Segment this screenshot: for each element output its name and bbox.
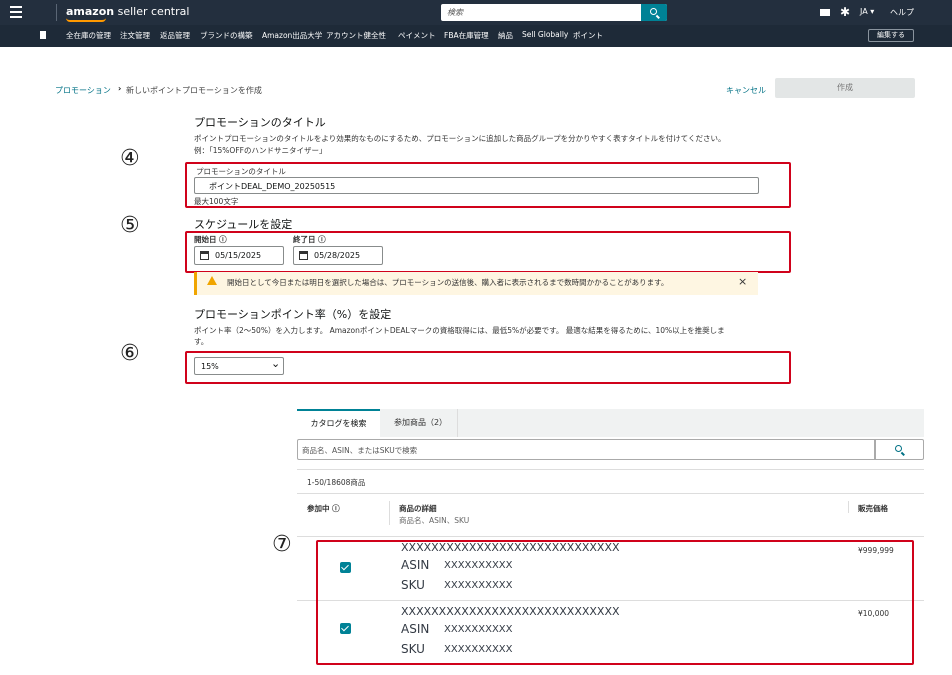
col-price: 販売価格 — [858, 504, 888, 513]
schedule-heading: スケジュールを設定 — [194, 218, 293, 231]
nav-item[interactable]: ペイメント — [398, 30, 436, 41]
header-divider — [56, 4, 57, 21]
warning-text: 開始日として今日または明日を選択した場合は、プロモーションの送信後、購入者に表示… — [227, 278, 669, 287]
col-participating: 参加中 ⓘ — [307, 504, 340, 513]
product-search-placeholder: 商品名、ASIN、またはSKUで検索 — [302, 446, 418, 455]
header-search-input[interactable]: 検索 — [441, 4, 667, 21]
col-divider — [848, 501, 849, 513]
col-divider — [389, 501, 390, 525]
search-placeholder: 検索 — [447, 8, 463, 17]
title-section-desc: ポイントプロモーションのタイトルをより効果的なものにするため、プロモーションに追… — [194, 134, 726, 143]
top-header: amazon seller central 検索 ✱ JA ▾ ヘルプ — [0, 0, 952, 25]
nav-item[interactable]: Sell Globally — [522, 30, 568, 39]
title-section-heading: プロモーションのタイトル — [194, 116, 326, 129]
search-icon — [650, 8, 657, 15]
nav-item[interactable]: 納品 — [498, 30, 513, 41]
header-search-button[interactable] — [641, 4, 667, 21]
close-icon[interactable]: × — [738, 275, 747, 288]
hamburger-menu-icon[interactable] — [10, 6, 22, 18]
annotation-marker-4: ④ — [120, 146, 140, 171]
gear-icon[interactable]: ✱ — [840, 5, 850, 19]
title-section-example: 例：「15%OFFのハンドサニタイザー」 — [194, 146, 327, 155]
create-button[interactable]: 作成 — [775, 78, 915, 98]
nav-item[interactable]: Amazon出品大学 — [262, 30, 322, 41]
logo-smile-icon — [66, 18, 106, 22]
annotation-box-4 — [185, 162, 791, 208]
annotation-marker-7: ⑦ — [272, 532, 292, 557]
product-search-button[interactable] — [875, 439, 924, 460]
warning-icon — [207, 276, 217, 285]
annotation-marker-6: ⑥ — [120, 341, 140, 366]
divider — [297, 469, 924, 470]
cancel-button[interactable]: キャンセル — [726, 85, 766, 96]
annotation-box-5 — [185, 231, 791, 273]
product-count: 1-50/18608商品 — [307, 478, 366, 487]
language-selector[interactable]: JA ▾ — [860, 7, 874, 16]
mail-icon[interactable] — [820, 9, 830, 16]
nav-item[interactable]: ブランドの構築 — [200, 30, 253, 41]
tab-catalog-search[interactable]: カタログを検索 — [297, 409, 380, 437]
col-details-sub: 商品名、ASIN、SKU — [399, 516, 470, 525]
product-search-input[interactable]: 商品名、ASIN、またはSKUで検索 — [297, 439, 875, 460]
nav-item[interactable]: 返品管理 — [160, 30, 190, 41]
points-desc-cont: す。 — [194, 337, 209, 346]
warning-banner: 開始日として今日または明日を選択した場合は、プロモーションの送信後、購入者に表示… — [194, 272, 758, 295]
annotation-box-6 — [185, 351, 791, 384]
breadcrumb-separator-icon: › — [118, 84, 122, 93]
seller-central-logo[interactable]: amazon seller central — [66, 5, 189, 18]
nav-item[interactable]: 注文管理 — [120, 30, 150, 41]
breadcrumb-promotions-link[interactable]: プロモーション — [55, 85, 111, 96]
points-heading: プロモーションポイント率（%）を設定 — [194, 308, 392, 321]
breadcrumb-current: 新しいポイントプロモーションを作成 — [126, 86, 262, 95]
nav-item[interactable]: アカウント健全性 — [326, 30, 386, 41]
nav-item[interactable]: FBA在庫管理 — [444, 30, 489, 41]
tab-participating-products[interactable]: 参加商品（2） — [384, 409, 458, 437]
points-desc: ポイント率（2〜50%）を入力します。 AmazonポイントDEALマークの資格… — [194, 326, 725, 335]
bookmark-icon[interactable] — [40, 31, 46, 39]
help-link[interactable]: ヘルプ — [890, 7, 914, 18]
annotation-box-7 — [316, 540, 914, 665]
search-icon — [895, 445, 902, 452]
annotation-marker-5: ⑤ — [120, 213, 140, 238]
edit-nav-button[interactable]: 編集する — [868, 29, 914, 42]
nav-item[interactable]: ポイント — [573, 30, 603, 41]
divider — [297, 493, 924, 494]
nav-bar: 編集する 全在庫の管理 注文管理 返品管理 ブランドの構築 Amazon出品大学 アカウン… — [0, 25, 952, 47]
col-details: 商品の詳細 — [399, 504, 437, 513]
nav-item[interactable]: 全在庫の管理 — [66, 30, 111, 41]
